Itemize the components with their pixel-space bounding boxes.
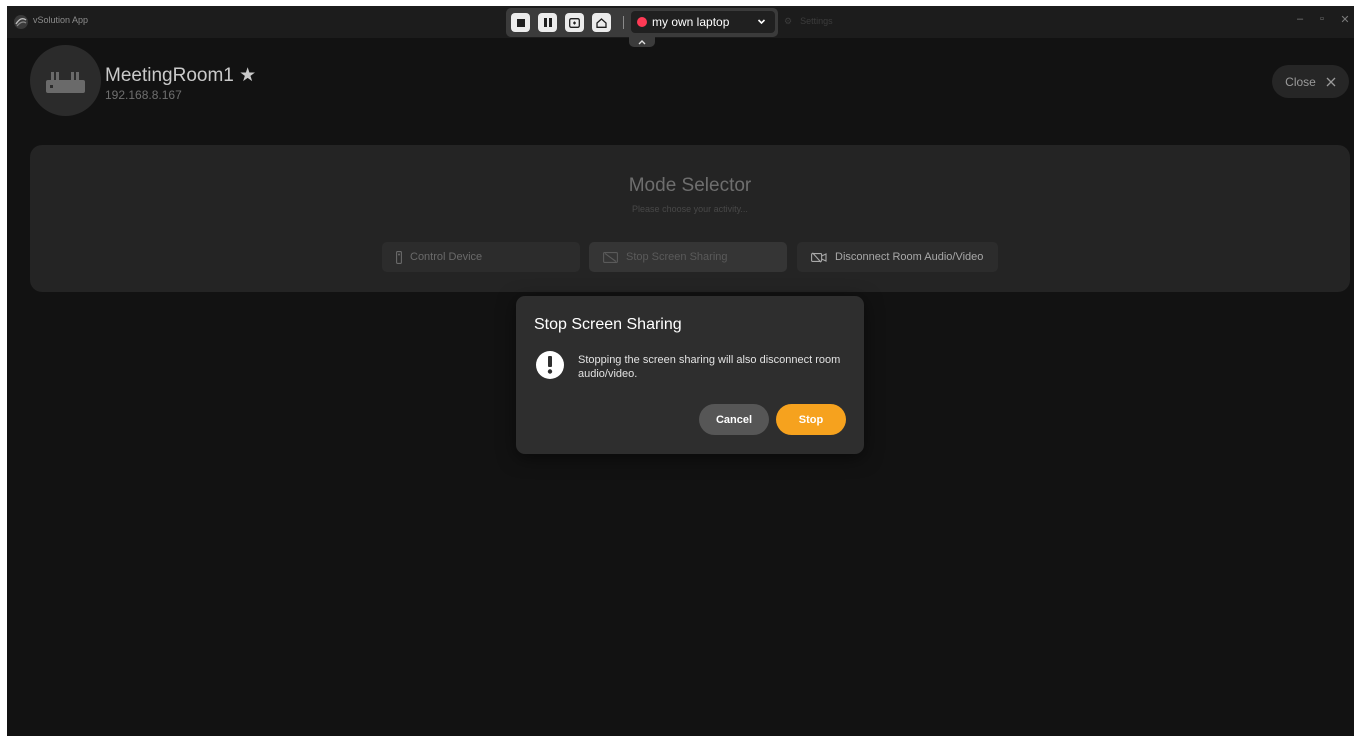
router-device-icon [46,72,85,93]
gear-icon: ⚙ [784,16,793,26]
settings-menu[interactable]: ⚙ Settings [784,16,833,27]
home-button[interactable] [592,13,611,32]
chevron-down-icon [757,19,766,25]
source-dropdown-value: my own laptop [652,15,730,29]
close-icon [1326,77,1336,86]
stop-sharing-dialog: Stop Screen Sharing Stopping the screen … [516,296,864,454]
video-off-icon [811,251,827,263]
screen-button[interactable] [565,13,584,32]
chevron-up-icon [638,40,646,45]
mode-selector-panel: Mode Selector Please choose your activit… [30,145,1350,292]
remote-control-icon [396,250,402,264]
device-name: MeetingRoom1 ★ [105,65,257,86]
close-button-label: Close [1285,74,1316,89]
source-dropdown[interactable]: my own laptop [631,11,775,33]
screen-icon [569,17,580,28]
title-bar: vSolution App ⚙ Settings – ▫ ✕ my own la… [7,6,1354,38]
mode-selector-title: Mode Selector [628,175,752,196]
device-ip: 192.168.8.167 [105,88,182,102]
toolbar-divider [623,16,624,29]
stop-icon [516,18,525,27]
dialog-title: Stop Screen Sharing [534,316,682,333]
close-window-button[interactable]: ✕ [1337,13,1353,26]
app-logo-icon [14,15,28,29]
maximize-button[interactable]: ▫ [1314,13,1330,25]
stop-recording-button[interactable] [511,13,530,32]
device-avatar [30,45,101,116]
recording-toolbar: my own laptop [506,8,778,37]
control-device-button[interactable]: Control Device [382,242,580,272]
mode-selector-subtitle: Please choose your activity... [632,204,748,214]
record-indicator-icon [637,17,647,27]
cancel-button[interactable]: Cancel [699,404,769,435]
disconnect-room-av-label: Disconnect Room Audio/Video [835,251,984,263]
pause-icon [543,18,552,27]
app-title: vSolution App [33,15,89,25]
home-icon [596,17,607,28]
stop-screen-sharing-label: Stop Screen Sharing [626,251,728,263]
stop-screen-sharing-button[interactable]: Stop Screen Sharing [589,242,787,272]
exclamation-icon [536,351,564,379]
app-window: vSolution App ⚙ Settings – ▫ ✕ my own la… [7,6,1354,736]
stop-button[interactable]: Stop [776,404,846,435]
settings-label: Settings [800,16,833,26]
disconnect-room-av-button[interactable]: Disconnect Room Audio/Video [797,242,998,272]
close-button[interactable]: Close [1272,65,1349,98]
pause-button[interactable] [538,13,557,32]
dialog-message: Stopping the screen sharing will also di… [578,354,841,380]
minimize-button[interactable]: – [1292,13,1308,25]
screen-share-off-icon [603,251,618,263]
collapse-toolbar-button[interactable] [629,37,655,47]
control-device-label: Control Device [410,251,483,263]
